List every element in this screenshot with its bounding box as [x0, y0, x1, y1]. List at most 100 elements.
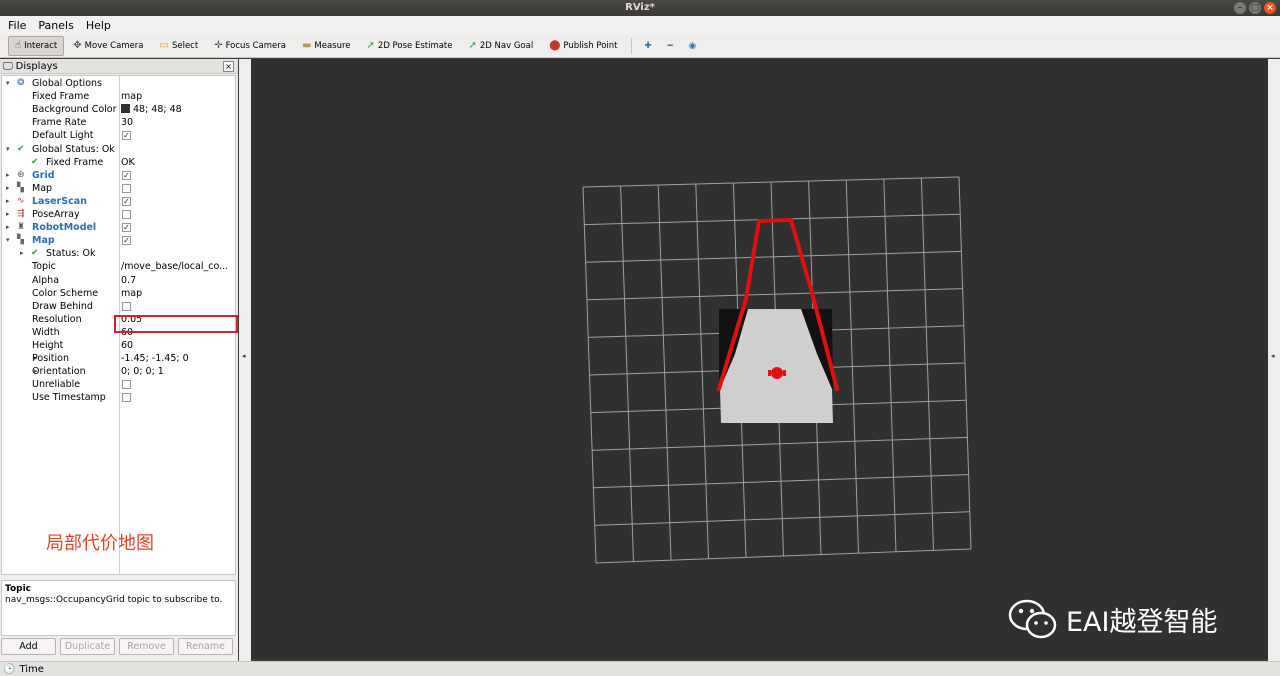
map-icon: ▚ — [17, 182, 24, 193]
tool-2d-pose-estimate-button[interactable]: ➚ 2D Pose Estimate — [360, 36, 460, 56]
duplicate-button[interactable]: Duplicate — [60, 638, 115, 655]
tree-row-unreliable[interactable]: Unreliable — [2, 378, 235, 391]
checkbox[interactable]: ✓ — [122, 236, 131, 246]
tree-row-position[interactable]: ▸ Position -1.45; -1.45; 0 — [2, 352, 235, 365]
tool-label: Interact — [24, 40, 58, 51]
property-value[interactable]: 48; 48; 48 — [121, 103, 182, 116]
property-label: Map — [32, 182, 53, 194]
robot-wheel-right — [783, 370, 786, 376]
tool-label: 2D Pose Estimate — [377, 40, 453, 51]
tree-row-background-color[interactable]: Background Color 48; 48; 48 — [2, 103, 235, 116]
close-panel-icon[interactable]: × — [223, 61, 234, 72]
render-viewport[interactable] — [251, 59, 1268, 659]
property-value[interactable]: map — [121, 90, 142, 103]
tree-row-robotmodel[interactable]: ▸ ♜ RobotModel ✓ — [2, 221, 235, 234]
expand-arrow-icon[interactable]: ▸ — [6, 169, 10, 182]
property-label: PoseArray — [32, 209, 80, 220]
collapse-arrow-icon[interactable]: ▾ — [6, 143, 10, 156]
property-value[interactable]: map — [121, 287, 142, 300]
menu-bar: File Panels Help — [0, 16, 1280, 34]
property-value[interactable]: 30 — [121, 116, 133, 129]
time-panel-title: Time — [19, 663, 44, 675]
tree-row-map[interactable]: ▸ ▚ Map — [2, 182, 235, 195]
tree-row-laserscan[interactable]: ▸ ∿ LaserScan ✓ — [2, 195, 235, 208]
collapse-arrow-icon[interactable]: ▾ — [6, 77, 10, 90]
tree-row-fixed-frame[interactable]: Fixed Frame map — [2, 90, 235, 103]
expand-arrow-icon[interactable]: ▸ — [6, 221, 10, 234]
checkbox[interactable] — [122, 183, 131, 193]
remove-tool-icon[interactable]: ━ — [661, 36, 680, 56]
left-splitter[interactable]: ◂ — [239, 59, 251, 661]
tool-2d-nav-goal-button[interactable]: ➚ 2D Nav Goal — [462, 36, 541, 56]
close-icon[interactable]: × — [1264, 2, 1276, 14]
property-value[interactable]: -1.45; -1.45; 0 — [121, 352, 189, 365]
property-value-text: -1.45; -1.45; 0 — [121, 353, 189, 365]
tree-row-frame-rate[interactable]: Frame Rate 30 — [2, 116, 235, 129]
collapse-arrow-icon[interactable]: ▾ — [6, 234, 10, 247]
tree-row-map[interactable]: ▾ ▚ Map ✓ — [2, 234, 235, 247]
tool-measure-button[interactable]: ▬ Measure — [295, 36, 358, 56]
tree-row-orientation[interactable]: ▸ Orientation 0; 0; 0; 1 — [2, 365, 235, 378]
map-pin-icon: ⬤ — [549, 39, 561, 51]
tree-row-posearray[interactable]: ▸ ⇶ PoseArray — [2, 208, 235, 221]
description-text: nav_msgs::OccupancyGrid topic to subscri… — [5, 595, 223, 605]
menu-help[interactable]: Help — [84, 19, 113, 32]
tree-row-global-options[interactable]: ▾ ❂ Global Options — [2, 77, 235, 90]
color-swatch[interactable] — [121, 104, 130, 114]
checkbox[interactable] — [122, 301, 131, 311]
tool-focus-camera-button[interactable]: ✛ Focus Camera — [207, 36, 293, 56]
property-value[interactable]: 0.7 — [121, 274, 136, 287]
tool-select-button[interactable]: ▭ Select — [153, 36, 206, 56]
tree-row-height[interactable]: Height 60 — [2, 339, 235, 352]
tree-row-grid[interactable]: ▸ ⊛ Grid ✓ — [2, 169, 235, 182]
tool-label: Focus Camera — [225, 40, 286, 51]
tree-row-global-status-ok[interactable]: ▾ ✔ Global Status: Ok — [2, 143, 235, 156]
property-value[interactable]: 60 — [121, 339, 133, 352]
minimize-icon[interactable]: – — [1234, 2, 1246, 14]
checkbox[interactable]: ✓ — [122, 223, 131, 233]
collapse-right-icon[interactable]: ◂ — [1271, 352, 1275, 360]
tree-row-alpha[interactable]: Alpha 0.7 — [2, 274, 235, 287]
tool-publish-point-button[interactable]: ⬤ Publish Point — [542, 36, 624, 56]
collapse-left-icon[interactable]: ◂ — [242, 352, 246, 360]
add-tool-icon[interactable]: ✚ — [638, 36, 659, 56]
map-icon: ▚ — [17, 235, 24, 246]
maximize-icon[interactable]: □ — [1249, 2, 1261, 14]
checkbox[interactable] — [122, 393, 131, 403]
checkbox[interactable]: ✓ — [122, 170, 131, 180]
view-options-icon[interactable]: ◉ — [682, 36, 703, 56]
property-label: Alpha — [32, 274, 60, 286]
property-value[interactable]: OK — [121, 156, 135, 169]
tree-row-fixed-frame[interactable]: ✔ Fixed Frame OK — [2, 156, 235, 169]
laser-scan-top — [757, 218, 793, 223]
checkbox[interactable]: ✓ — [122, 196, 131, 206]
add-button[interactable]: Add — [1, 638, 56, 655]
robot-model-icon: ♜ — [17, 222, 26, 233]
hand-icon: ☝ — [15, 39, 22, 51]
tree-row-status-ok[interactable]: ▸ ✔ Status: Ok — [2, 247, 235, 260]
expand-arrow-icon[interactable]: ▸ — [6, 208, 10, 221]
menu-panels[interactable]: Panels — [36, 19, 75, 32]
property-label: Resolution — [32, 313, 82, 325]
expand-arrow-icon[interactable]: ▸ — [6, 195, 10, 208]
property-value[interactable]: 0; 0; 0; 1 — [121, 365, 164, 378]
tree-row-draw-behind[interactable]: Draw Behind — [2, 300, 235, 313]
expand-arrow-icon[interactable]: ▸ — [6, 182, 10, 195]
tree-row-topic[interactable]: Topic/move_base/local_co... — [2, 260, 235, 273]
title-bar: RViz* – □ × — [0, 0, 1280, 16]
tool-interact-button[interactable]: ☝ Interact — [8, 35, 65, 56]
checkbox[interactable] — [122, 380, 131, 390]
remove-button[interactable]: Remove — [119, 638, 174, 655]
rename-button[interactable]: Rename — [178, 638, 233, 655]
menu-file[interactable]: File — [6, 19, 28, 32]
expand-arrow-icon[interactable]: ▸ — [20, 247, 24, 260]
property-value[interactable]: /move_base/local_co... — [121, 260, 228, 273]
checkbox[interactable] — [122, 210, 131, 219]
tree-row-color-scheme[interactable]: Color Scheme map — [2, 287, 235, 300]
tree-row-use-timestamp[interactable]: Use Timestamp — [2, 391, 235, 404]
checkbox[interactable]: ✓ — [122, 131, 131, 141]
tree-row-default-light[interactable]: Default Light ✓ — [2, 129, 235, 142]
tool-move-camera-button[interactable]: ✥ Move Camera — [66, 36, 150, 56]
right-splitter[interactable]: ◂ — [1268, 59, 1280, 661]
property-value-text: /move_base/local_co... — [121, 261, 229, 273]
